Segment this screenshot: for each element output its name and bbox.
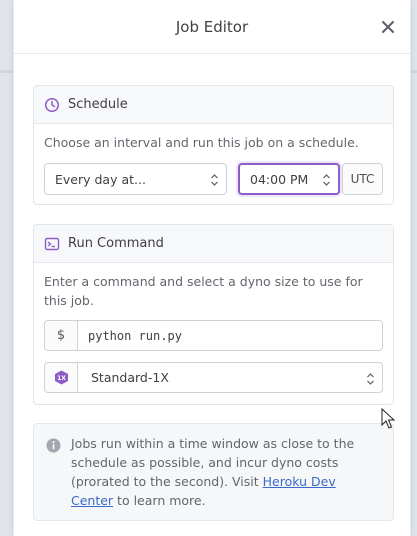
time-value: 04:00 PM (250, 172, 309, 187)
schedule-heading: Schedule (68, 97, 128, 112)
dyno-size-select[interactable]: 1X Standard-1X (44, 362, 383, 393)
modal-title: Job Editor (175, 18, 249, 36)
close-icon[interactable] (380, 19, 396, 35)
chevron-updown-icon (322, 173, 331, 187)
background-strip (411, 70, 417, 73)
chevron-updown-icon (366, 371, 375, 385)
interval-select[interactable]: Every day at... (44, 163, 227, 195)
chevron-updown-icon (210, 173, 219, 187)
run-command-panel-header: Run Command (34, 225, 393, 263)
schedule-panel: Schedule Choose an interval and run this… (33, 85, 394, 205)
timezone-label: UTC (342, 163, 383, 195)
time-select[interactable]: 04:00 PM (238, 163, 340, 195)
dyno-badge-text: 1X (57, 375, 66, 382)
modal-header: Job Editor (14, 0, 410, 54)
background-strip (0, 70, 13, 73)
schedule-panel-header: Schedule (34, 86, 393, 124)
command-input[interactable] (78, 321, 382, 350)
run-command-panel: Run Command Enter a command and select a… (33, 224, 394, 405)
dyno-1x-icon: 1X (54, 370, 69, 385)
mouse-cursor-icon (381, 407, 396, 430)
terminal-icon (44, 236, 60, 252)
run-command-heading: Run Command (68, 236, 164, 251)
clock-icon (44, 97, 60, 113)
command-input-group: $ (44, 320, 383, 351)
info-text-after: to learn more. (113, 493, 206, 508)
command-prefix: $ (45, 321, 78, 350)
run-command-description: Enter a command and select a dyno size t… (44, 274, 363, 308)
info-box: Jobs run within a time window as close t… (33, 423, 394, 521)
schedule-description: Choose an interval and run this job on a… (44, 135, 359, 150)
dyno-badge-container: 1X (45, 363, 78, 392)
dyno-size-value: Standard-1X (91, 370, 169, 385)
info-icon (46, 438, 61, 453)
interval-value: Every day at... (55, 172, 146, 187)
job-editor-modal: Job Editor Schedule Choose an interval a… (13, 0, 411, 536)
info-text: Jobs run within a time window as close t… (71, 434, 381, 510)
